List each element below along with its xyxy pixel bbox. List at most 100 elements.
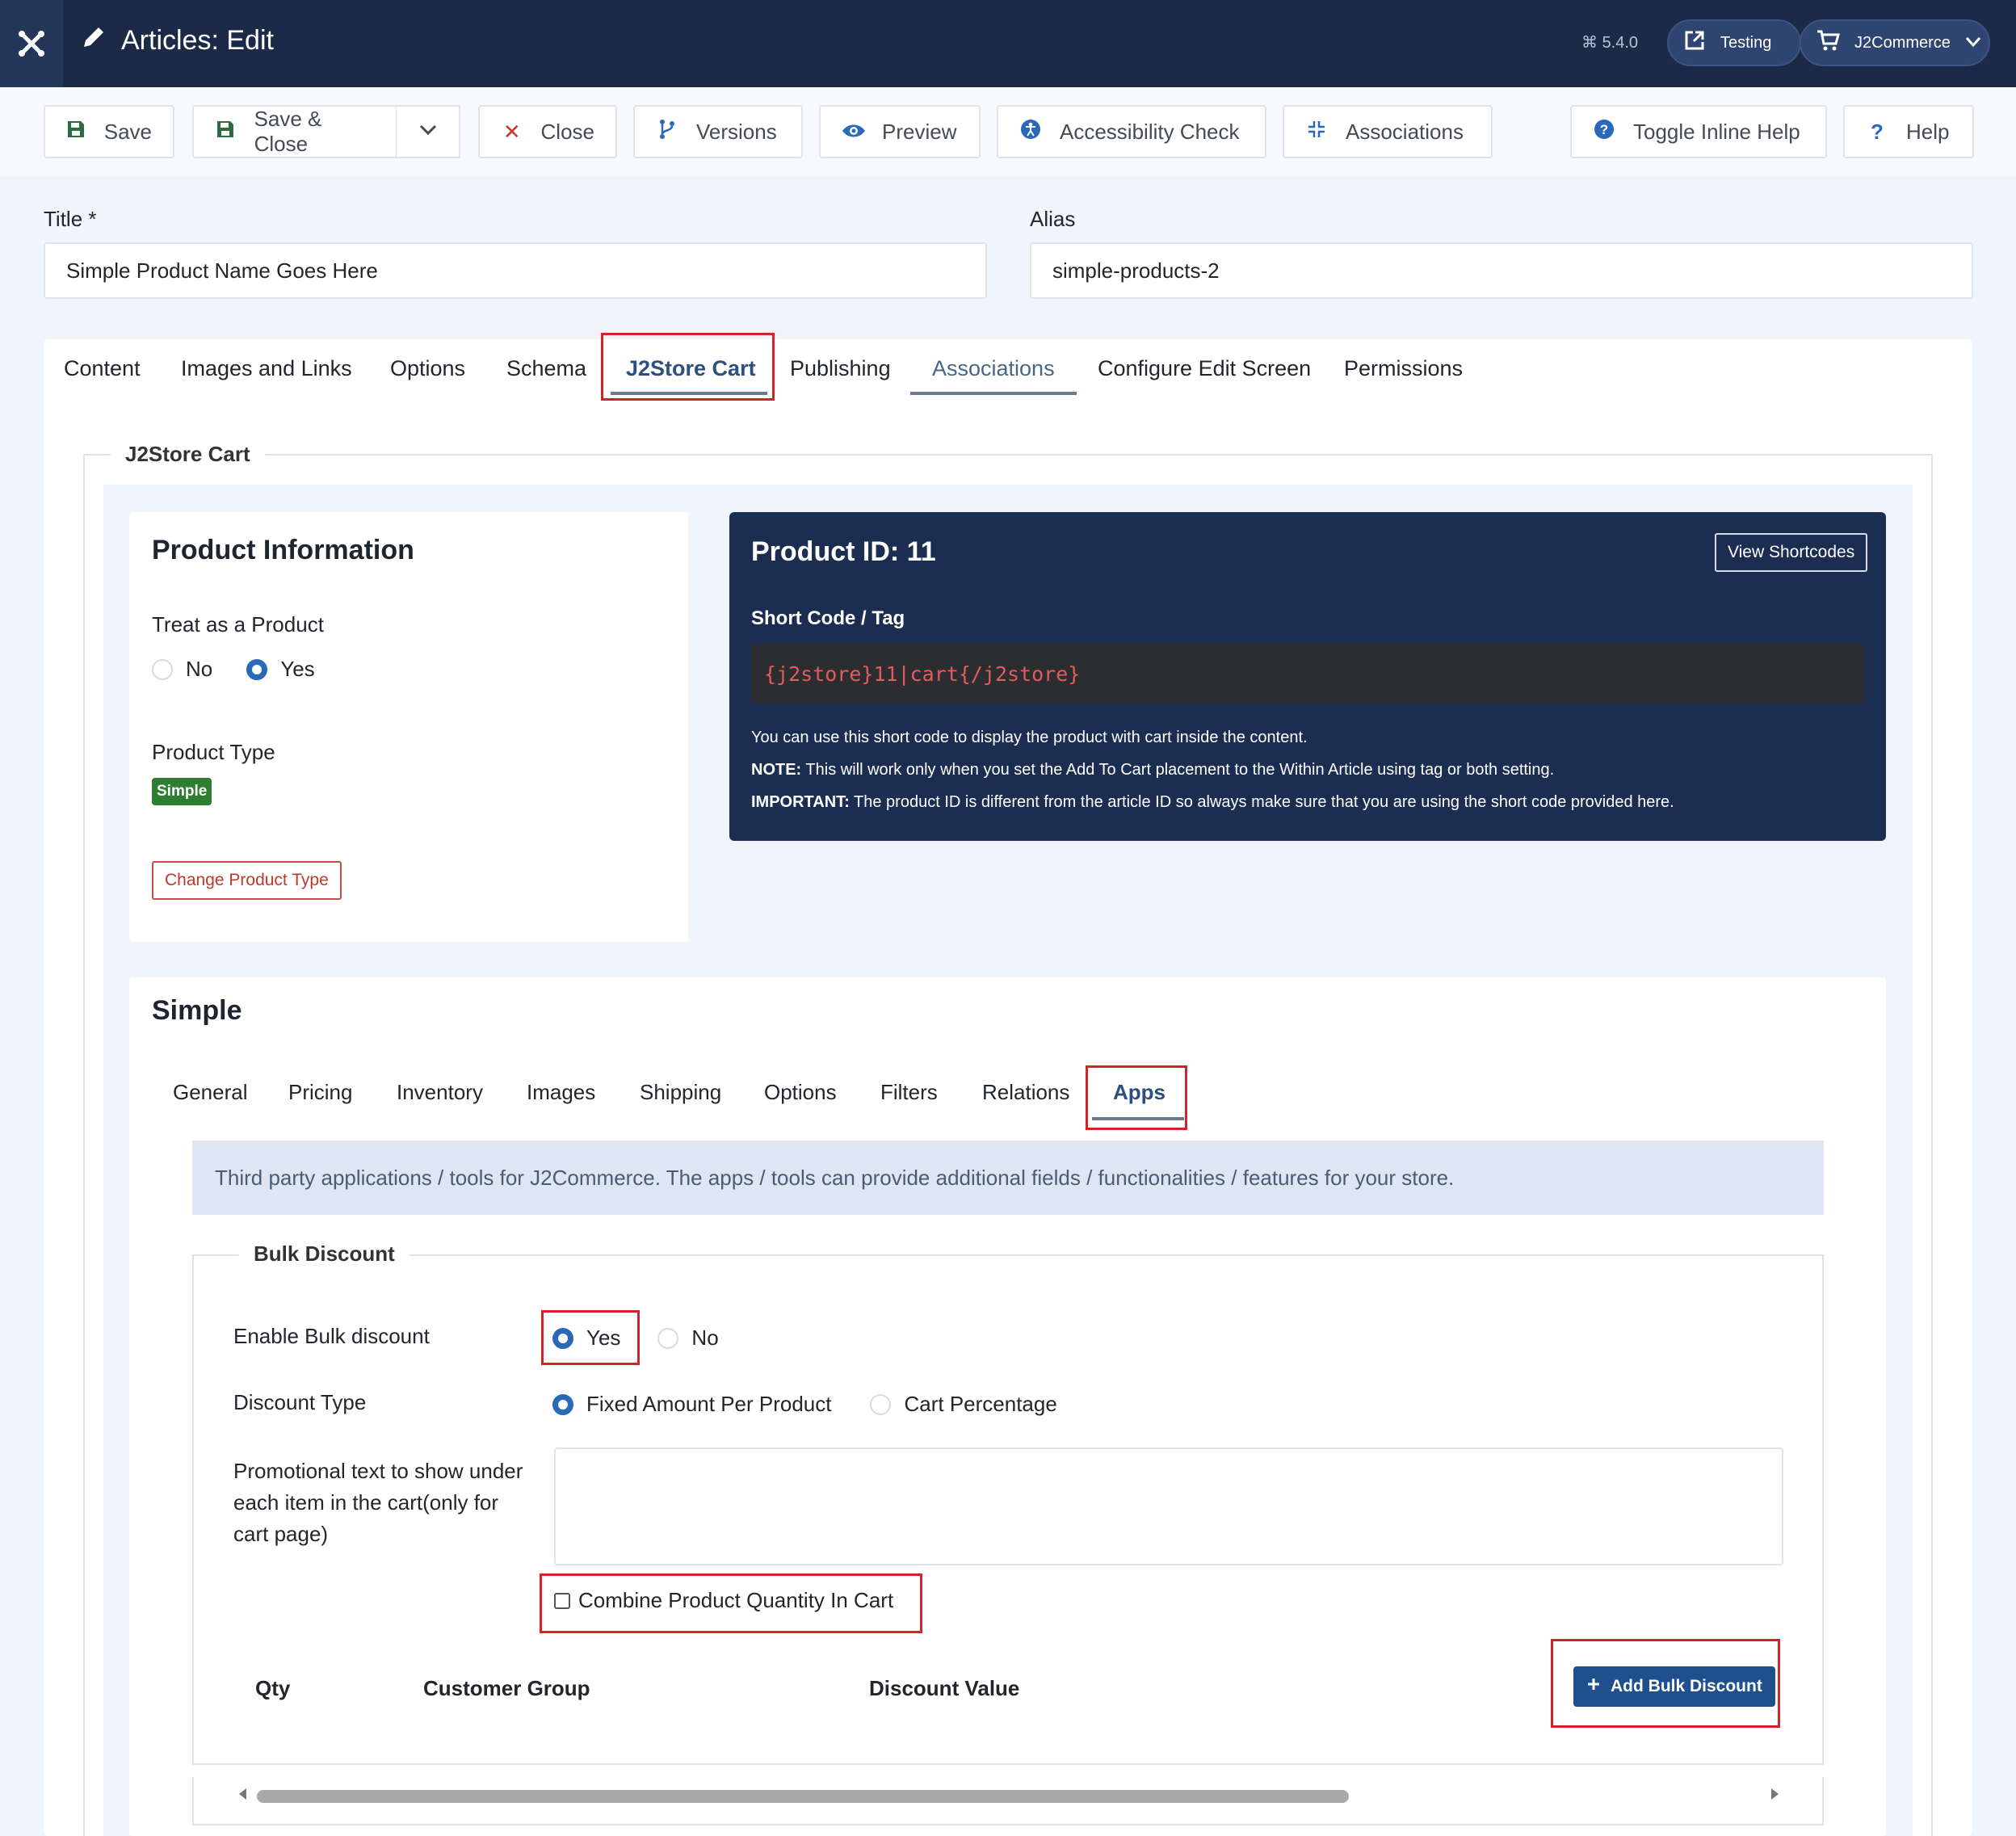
highlight-box: [601, 333, 775, 401]
tab-associations[interactable]: Associations: [932, 356, 1055, 381]
product-type-badge: Simple: [152, 778, 212, 805]
version-number: 5.4.0: [1602, 34, 1639, 52]
discount-type-fixed-radio[interactable]: [552, 1393, 573, 1415]
page-title-text: Articles: Edit: [121, 25, 274, 56]
discount-type-label: Discount Type: [233, 1390, 367, 1414]
tab-configure-edit-screen[interactable]: Configure Edit Screen: [1098, 356, 1311, 381]
joomla-logo-icon[interactable]: [0, 0, 63, 87]
promo-text-label: Promotional text to show under each item…: [233, 1456, 523, 1550]
shortcode-note-line: NOTE: This will work only when you set t…: [751, 761, 1554, 779]
close-button[interactable]: ✕ Close: [478, 105, 617, 158]
subtab-shipping[interactable]: Shipping: [640, 1080, 721, 1105]
alias-input[interactable]: simple-products-2: [1030, 242, 1973, 299]
highlight-box: [540, 1573, 922, 1633]
highlight-box: [1086, 1065, 1187, 1130]
versions-button[interactable]: Versions: [633, 105, 803, 158]
shortcode-important-line: IMPORTANT: The product ID is different f…: [751, 793, 1674, 812]
treat-yes-radio[interactable]: [246, 658, 268, 680]
treat-as-product-radio-group: No Yes: [152, 657, 315, 682]
promo-label-line-1: Promotional text to show under: [233, 1459, 523, 1483]
subtab-filters[interactable]: Filters: [880, 1080, 938, 1105]
tab-schema[interactable]: Schema: [506, 356, 586, 381]
question-icon: ?: [1871, 119, 1884, 144]
simple-heading: Simple: [152, 995, 242, 1026]
column-header-discount-value: Discount Value: [869, 1676, 1020, 1700]
subtab-options[interactable]: Options: [764, 1080, 837, 1105]
cart-icon: [1816, 29, 1840, 57]
version-label: ⌘ 5.4.0: [1581, 34, 1639, 52]
treat-yes-label: Yes: [280, 657, 315, 681]
close-icon: ✕: [502, 119, 521, 144]
scroll-right-icon[interactable]: [1770, 1788, 1780, 1804]
svg-text:?: ?: [1600, 122, 1608, 137]
shortcode-label: Short Code / Tag: [751, 607, 905, 629]
chevron-down-icon: [419, 124, 437, 140]
product-id-heading: Product ID: 11: [751, 536, 936, 567]
important-text: The product ID is different from the art…: [849, 793, 1674, 811]
scrollbar-thumb[interactable]: [257, 1790, 1349, 1803]
tab-publishing[interactable]: Publishing: [790, 356, 891, 381]
j2store-legend: J2Store Cart: [111, 442, 265, 467]
eye-icon: [842, 120, 865, 145]
scroll-left-icon[interactable]: [237, 1788, 247, 1804]
discount-type-percent-radio[interactable]: [870, 1393, 892, 1415]
save-close-label: Save & Close: [254, 107, 322, 156]
treat-as-product-label: Treat as a Product: [152, 612, 324, 637]
chevron-down-icon: [1965, 34, 1981, 53]
save-icon: [215, 120, 237, 145]
preview-button[interactable]: Preview: [819, 105, 981, 158]
associations-button[interactable]: Associations: [1283, 105, 1493, 158]
treat-no-radio[interactable]: [152, 658, 173, 680]
save-options-dropdown[interactable]: [396, 105, 460, 158]
enable-bulk-no-radio[interactable]: [657, 1327, 679, 1349]
user-menu-label: J2Commerce: [1854, 33, 1951, 52]
associations-label: Associations: [1346, 119, 1464, 144]
toggle-inline-help-button[interactable]: ? Toggle Inline Help: [1570, 105, 1827, 158]
important-label: IMPORTANT:: [751, 793, 850, 811]
subtab-inventory[interactable]: Inventory: [397, 1080, 483, 1105]
promo-label-line-2: each item in the cart(only for: [233, 1490, 499, 1515]
tab-images-links[interactable]: Images and Links: [181, 356, 352, 381]
discount-type-radio-group: Fixed Amount Per Product Cart Percentage: [552, 1392, 1057, 1417]
versions-label: Versions: [696, 119, 777, 144]
promo-text-textarea[interactable]: [554, 1447, 1783, 1565]
bulk-discount-legend: Bulk Discount: [239, 1242, 410, 1267]
tab-options[interactable]: Options: [390, 356, 465, 381]
preview-label: Preview: [882, 119, 957, 144]
accessibility-label: Accessibility Check: [1060, 119, 1240, 144]
subtab-images[interactable]: Images: [527, 1080, 595, 1105]
external-link-icon: [1683, 29, 1706, 57]
pencil-icon: [81, 24, 107, 57]
treat-no-label: No: [186, 657, 213, 681]
close-label: Close: [540, 119, 594, 144]
help-button[interactable]: ? Help: [1843, 105, 1974, 158]
title-input[interactable]: Simple Product Name Goes Here: [44, 242, 987, 299]
compress-icon: [1305, 120, 1328, 145]
enable-bulk-no-label: No: [691, 1326, 719, 1350]
change-product-type-button[interactable]: Change Product Type: [152, 861, 342, 900]
site-link-button[interactable]: Testing: [1667, 19, 1801, 66]
product-type-label: Product Type: [152, 740, 275, 764]
subtab-relations[interactable]: Relations: [982, 1080, 1069, 1105]
toolbar: Save Save & Close ✕ Close Versions Previ…: [0, 87, 2016, 176]
view-shortcodes-button[interactable]: View Shortcodes: [1715, 533, 1868, 572]
column-header-customer-group: Customer Group: [423, 1676, 590, 1700]
save-close-button[interactable]: Save & Close: [192, 105, 397, 158]
subtab-pricing[interactable]: Pricing: [288, 1080, 352, 1105]
apps-info-alert: Third party applications / tools for J2C…: [192, 1141, 1824, 1215]
alias-label: Alias: [1030, 207, 1076, 231]
subtab-general[interactable]: General: [173, 1080, 248, 1105]
product-id-card: Product ID: 11 View Shortcodes Short Cod…: [729, 512, 1886, 841]
accessibility-check-button[interactable]: Accessibility Check: [997, 105, 1266, 158]
tab-content[interactable]: Content: [64, 356, 141, 381]
horizontal-scrollbar[interactable]: [192, 1777, 1824, 1825]
save-icon: [66, 120, 86, 145]
shortcode-box[interactable]: {j2store}11|cart{/j2store}: [751, 644, 1864, 704]
save-button[interactable]: Save: [44, 105, 174, 158]
tab-permissions[interactable]: Permissions: [1344, 356, 1463, 381]
user-menu-button[interactable]: J2Commerce: [1800, 19, 1990, 66]
toggle-inline-help-label: Toggle Inline Help: [1633, 119, 1800, 144]
note-text: This will work only when you set the Add…: [801, 761, 1555, 779]
page-title: Articles: Edit: [81, 24, 274, 57]
discount-type-percent-label: Cart Percentage: [904, 1392, 1057, 1416]
